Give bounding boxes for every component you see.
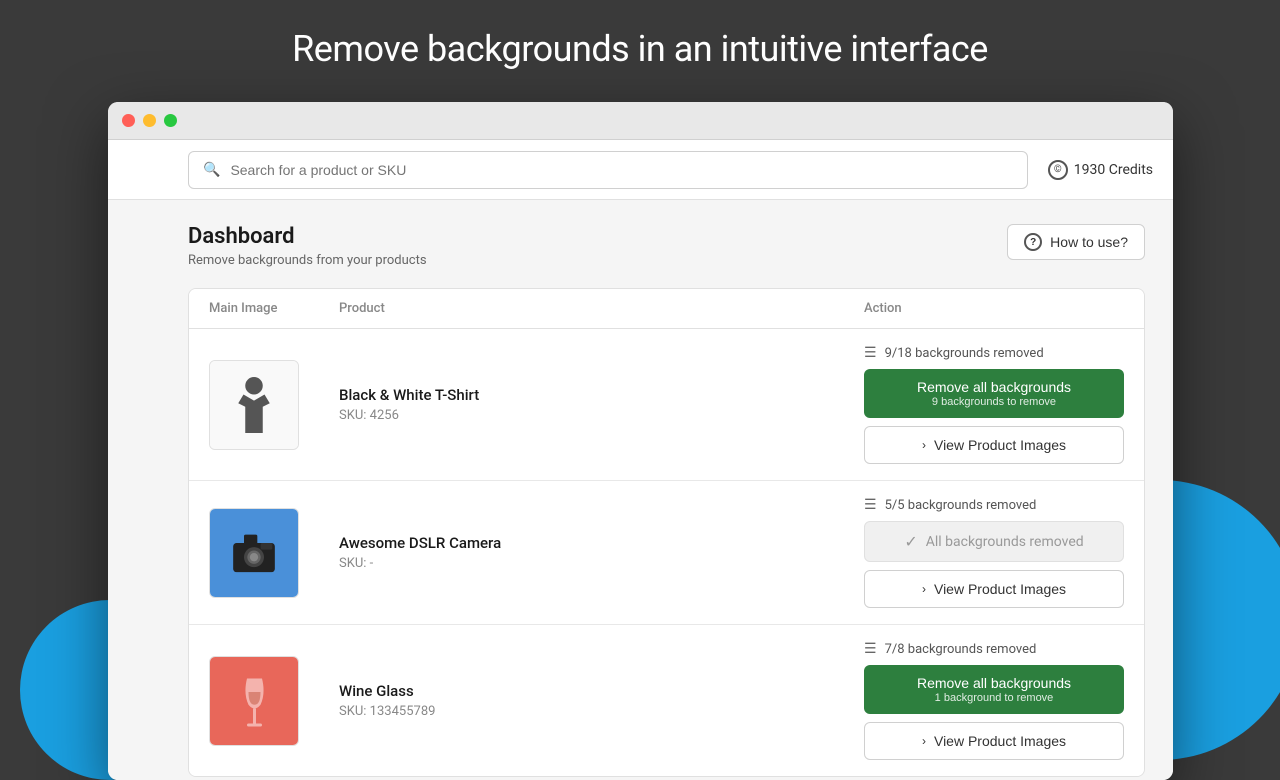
action-cell-wineglass: ☰ 7/8 backgrounds removed Remove all bac… [864, 641, 1124, 760]
remove-all-sublabel: 1 background to remove [880, 692, 1108, 704]
how-to-button[interactable]: ? How to use? [1007, 224, 1145, 260]
dashboard-title-group: Dashboard Remove backgrounds from your p… [188, 224, 427, 268]
table-row: Wine Glass SKU: 133455789 ☰ 7/8 backgrou… [189, 625, 1144, 776]
remove-all-label: Remove all backgrounds [880, 675, 1108, 691]
app-header: 🔍 © 1930 Credits [108, 140, 1173, 200]
view-images-label: View Product Images [934, 437, 1066, 453]
product-info-wineglass: Wine Glass SKU: 133455789 [339, 682, 864, 719]
remove-all-sublabel: 9 backgrounds to remove [880, 396, 1108, 408]
product-name: Black & White T-Shirt [339, 386, 864, 404]
product-table: Main Image Product Action [188, 288, 1145, 777]
credits-icon: © [1048, 160, 1068, 180]
search-bar[interactable]: 🔍 [188, 151, 1028, 189]
credits-label: 1930 Credits [1074, 162, 1153, 178]
product-name: Awesome DSLR Camera [339, 534, 864, 552]
camera-image [210, 509, 298, 597]
page-title: Remove backgrounds in an intuitive inter… [0, 0, 1280, 90]
main-content: Dashboard Remove backgrounds from your p… [108, 200, 1173, 780]
tshirt-image [210, 361, 298, 449]
checkmark-icon: ✓ [904, 532, 917, 551]
window-maximize-dot[interactable] [164, 114, 177, 127]
chevron-right-icon: › [922, 734, 926, 748]
table-row: Awesome DSLR Camera SKU: - ☰ 5/5 backgro… [189, 481, 1144, 625]
col-header-image: Main Image [209, 301, 339, 316]
bg-removed-count: ☰ 5/5 backgrounds removed [864, 497, 1124, 513]
remove-all-button[interactable]: Remove all backgrounds 9 backgrounds to … [864, 369, 1124, 418]
product-image-camera [209, 508, 299, 598]
chevron-right-icon: › [922, 582, 926, 596]
product-image-cell [209, 360, 339, 450]
all-removed-label: All backgrounds removed [926, 534, 1084, 550]
remove-all-button[interactable]: Remove all backgrounds 1 background to r… [864, 665, 1124, 714]
action-cell-camera: ☰ 5/5 backgrounds removed ✓ All backgrou… [864, 497, 1124, 608]
product-name: Wine Glass [339, 682, 864, 700]
bg-removed-count: ☰ 9/18 backgrounds removed [864, 345, 1124, 361]
all-removed-indicator: ✓ All backgrounds removed [864, 521, 1124, 562]
view-images-button[interactable]: › View Product Images [864, 570, 1124, 608]
window-minimize-dot[interactable] [143, 114, 156, 127]
product-info-tshirt: Black & White T-Shirt SKU: 4256 [339, 386, 864, 423]
search-icon: 🔍 [203, 162, 220, 178]
col-header-action: Action [864, 301, 1124, 316]
col-header-product: Product [339, 301, 864, 316]
remove-all-label: Remove all backgrounds [880, 379, 1108, 395]
table-header: Main Image Product Action [189, 289, 1144, 329]
app-window: 🔍 © 1930 Credits Dashboard Remove backgr… [108, 102, 1173, 780]
how-to-label: How to use? [1050, 234, 1128, 250]
product-image-cell [209, 656, 339, 746]
view-images-button[interactable]: › View Product Images [864, 426, 1124, 464]
product-image-tshirt [209, 360, 299, 450]
dashboard-header: Dashboard Remove backgrounds from your p… [188, 224, 1145, 268]
bg-count-label: 7/8 backgrounds removed [885, 642, 1037, 657]
product-image-cell [209, 508, 339, 598]
product-image-wineglass [209, 656, 299, 746]
window-close-dot[interactable] [122, 114, 135, 127]
wineglass-image [210, 657, 298, 745]
help-icon: ? [1024, 233, 1042, 251]
bg-removed-count: ☰ 7/8 backgrounds removed [864, 641, 1124, 657]
bg-count-label: 9/18 backgrounds removed [885, 346, 1044, 361]
product-sku: SKU: 133455789 [339, 704, 864, 719]
dashboard-subtitle: Remove backgrounds from your products [188, 253, 427, 268]
list-icon: ☰ [864, 641, 877, 657]
search-input[interactable] [230, 162, 1012, 178]
view-images-label: View Product Images [934, 733, 1066, 749]
chevron-right-icon: › [922, 438, 926, 452]
dashboard-title: Dashboard [188, 224, 427, 249]
credits-display: © 1930 Credits [1048, 160, 1153, 180]
product-sku: SKU: 4256 [339, 408, 864, 423]
list-icon: ☰ [864, 497, 877, 513]
product-sku: SKU: - [339, 556, 864, 571]
list-icon: ☰ [864, 345, 877, 361]
action-cell-tshirt: ☰ 9/18 backgrounds removed Remove all ba… [864, 345, 1124, 464]
view-images-button[interactable]: › View Product Images [864, 722, 1124, 760]
product-info-camera: Awesome DSLR Camera SKU: - [339, 534, 864, 571]
table-row: Black & White T-Shirt SKU: 4256 ☰ 9/18 b… [189, 329, 1144, 481]
view-images-label: View Product Images [934, 581, 1066, 597]
bg-count-label: 5/5 backgrounds removed [885, 498, 1037, 513]
title-bar [108, 102, 1173, 140]
